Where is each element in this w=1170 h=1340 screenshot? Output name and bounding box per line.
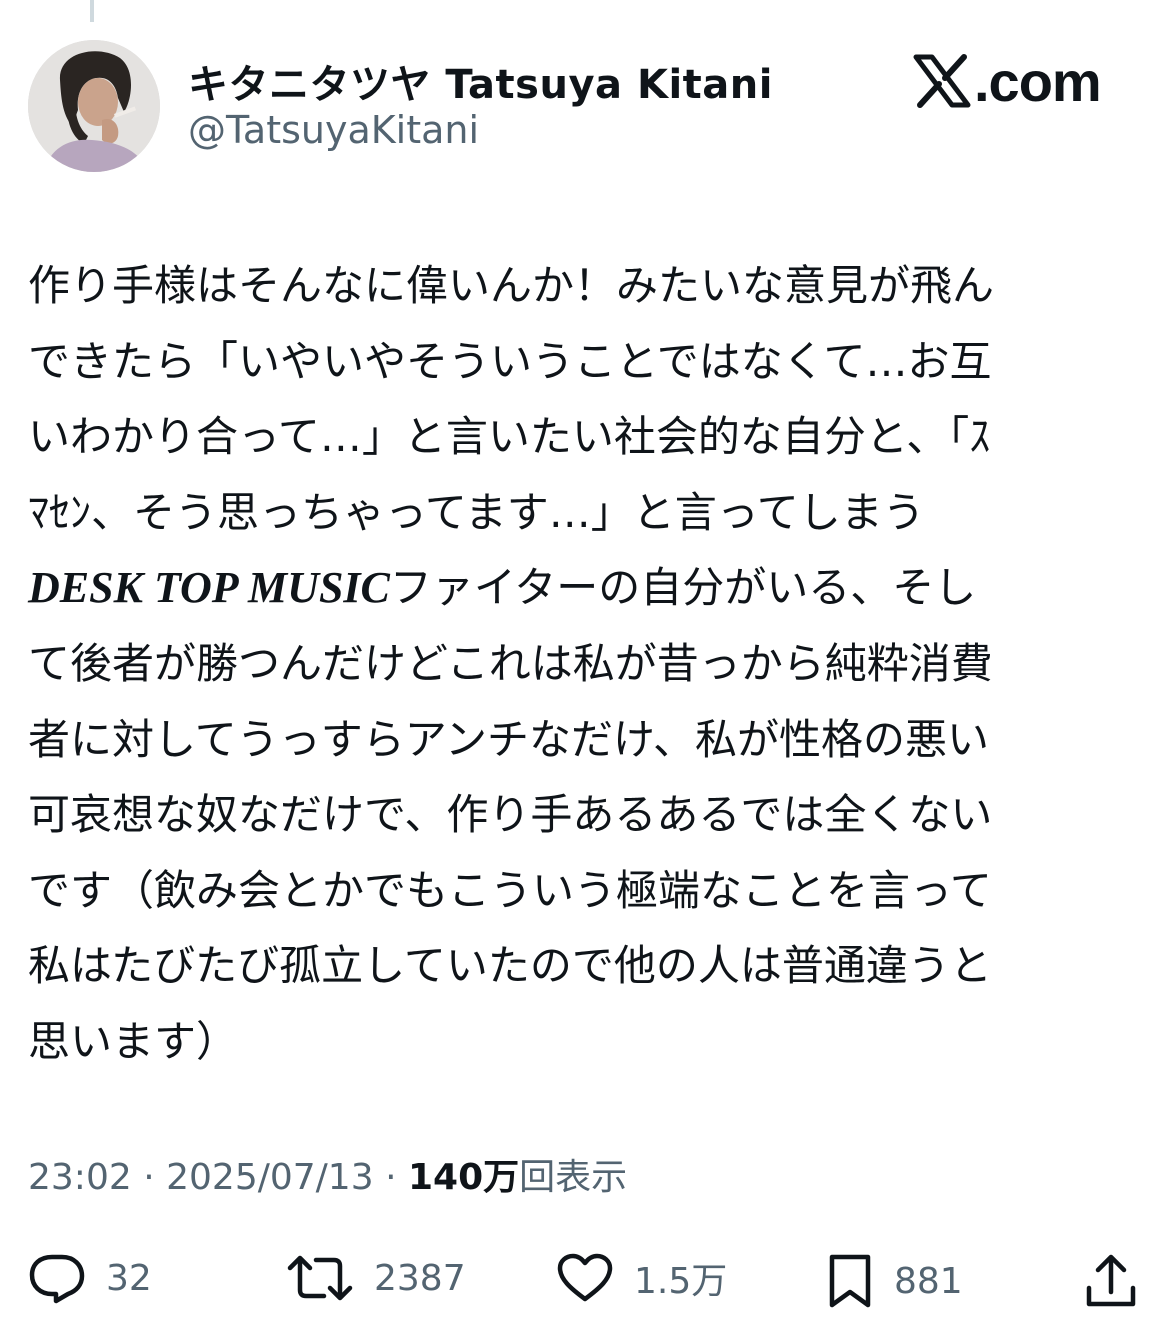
action-bar: 32 2387 1.5万 881 [0,1240,1170,1320]
post-line: DESK TOP MUSICファイターの自分がいる、そし [28,550,1148,626]
share-icon [1086,1254,1136,1307]
like-button[interactable]: 1.5万 [556,1252,727,1304]
user-handle[interactable]: @TatsuyaKitani [188,108,479,152]
post-line: 作り手様はそんなに偉いんか！みたいな意見が飛ん [28,261,995,310]
post-metadata: 23:02 · 2025/07/13 · 140万回表示 [28,1148,627,1200]
repost-count: 2387 [374,1257,466,1299]
bookmark-button[interactable]: 881 [826,1252,963,1310]
post-line: ﾏｾﾝ、そう思っちゃってます…」と言ってしまう [28,487,925,537]
repost-icon [287,1255,353,1301]
reply-icon [29,1254,85,1304]
avatar-photo [28,40,160,172]
repost-button[interactable]: 2387 [286,1252,466,1304]
meta-separator: · [143,1157,155,1198]
styled-text-desk-top-music: DESK TOP MUSIC [28,563,390,613]
post-line-rest: ファイターの自分がいる、そし [389,563,977,613]
avatar[interactable] [28,40,160,172]
share-button[interactable] [1084,1252,1138,1310]
like-count: 1.5万 [634,1261,728,1302]
x-logo-icon [913,54,971,108]
views-count: 140万 [407,1157,520,1198]
heart-icon [557,1253,613,1302]
post-line: 者に対してうっすらアンチなだけ、私が性格の悪い [28,714,989,764]
display-name[interactable]: キタニタツヤ Tatsuya Kitani [188,52,773,110]
post-line: 私はたびたび孤立していたので他の人は普通違うと [28,941,992,991]
post-line: 可哀想な奴なだけで、作り手あるあるでは全くない [28,790,993,840]
post-line: て後者が勝つんだけどこれは私が昔っから純粋消費 [28,638,993,688]
thread-connector-line [90,0,94,22]
post-body: 作り手様はそんなに偉いんか！みたいな意見が飛ん できたら「いやいやそういうことで… [28,248,1148,1080]
post-line: できたら「いやいやそういうことではなくて…お互 [28,336,992,386]
post-line: いわかり合って…」と言いたい社会的な自分と、「ｽ [28,412,991,462]
bookmark-count: 881 [894,1260,963,1302]
post-time[interactable]: 23:02 [28,1157,132,1198]
brand-domain-text: .com [974,49,1102,113]
bookmark-icon [829,1254,871,1308]
meta-separator: · [385,1157,397,1198]
views-label: 回表示 [519,1157,628,1198]
post-date[interactable]: 2025/07/13 [166,1157,374,1198]
post-line: です（飲み会とかでもこういう極端なことを言って [28,865,992,915]
brand-watermark: .com [912,46,1102,116]
reply-button[interactable]: 32 [28,1252,152,1304]
post-line: 思います） [28,1016,239,1066]
reply-count: 32 [106,1257,152,1299]
